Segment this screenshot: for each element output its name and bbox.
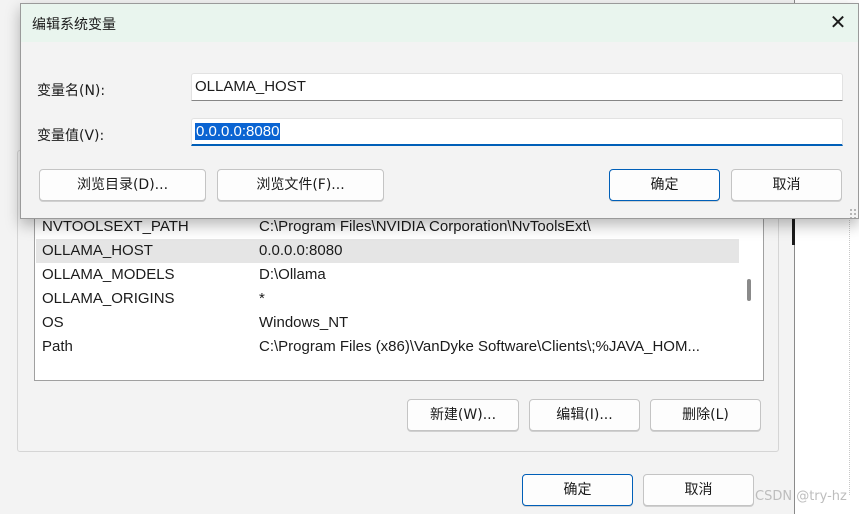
window-scrollbar [849,205,857,495]
table-row[interactable]: OLLAMA_ORIGINS * [36,287,739,311]
variable-name-cell: OLLAMA_MODELS [42,266,175,283]
variable-value-input[interactable]: 0.0.0.0:8080 [191,118,843,146]
close-icon[interactable]: ✕ [821,6,855,40]
variable-value-label: 变量值(V): [37,128,105,144]
table-row[interactable]: Path C:\Program Files (x86)\VanDyke Soft… [36,335,739,359]
resize-grip-icon[interactable] [849,208,859,218]
variable-value-cell: 0.0.0.0:8080 [259,242,343,259]
new-variable-button[interactable]: 新建(W)... [407,399,519,431]
window-edge [792,215,795,245]
system-variables-list[interactable]: NVTOOLSEXT_PATH C:\Program Files\NVIDIA … [34,213,764,381]
edit-system-variable-dialog: 编辑系统变量 ✕ 变量名(N): OLLAMA_HOST 变量值(V): 0.0… [20,3,859,219]
variable-name-cell: OLLAMA_HOST [42,242,153,259]
variable-name-cell: Path [42,338,73,355]
watermark: CSDN @try-hz [755,489,847,504]
variable-name-label: 变量名(N): [37,83,106,99]
selected-text: 0.0.0.0:8080 [195,123,281,140]
dialog-titlebar[interactable]: 编辑系统变量 ✕ [21,4,858,42]
cancel-button[interactable]: 取消 [643,474,754,506]
browse-directory-button[interactable]: 浏览目录(D)... [39,169,206,201]
table-row[interactable]: OLLAMA_MODELS D:\Ollama [36,263,739,287]
variable-value-cell: * [259,290,265,307]
variable-value-cell: D:\Ollama [259,266,326,283]
table-row[interactable]: OS Windows_NT [36,311,739,335]
delete-variable-button[interactable]: 删除(L) [650,399,761,431]
table-row-selected[interactable]: OLLAMA_HOST 0.0.0.0:8080 [36,239,739,263]
ok-button[interactable]: 确定 [522,474,633,506]
variable-name-cell: OS [42,314,64,331]
dialog-ok-button[interactable]: 确定 [609,169,720,201]
dialog-cancel-button[interactable]: 取消 [731,169,842,201]
list-scrollbar-thumb[interactable] [747,279,751,301]
browse-file-button[interactable]: 浏览文件(F)... [217,169,384,201]
edit-variable-button[interactable]: 编辑(I)... [529,399,640,431]
variable-name-input[interactable]: OLLAMA_HOST [191,73,843,101]
variable-name-cell: OLLAMA_ORIGINS [42,290,175,307]
variable-value-cell: C:\Program Files (x86)\VanDyke Software\… [259,338,700,355]
dialog-title: 编辑系统变量 [32,17,116,33]
variable-value-cell: Windows_NT [259,314,349,331]
